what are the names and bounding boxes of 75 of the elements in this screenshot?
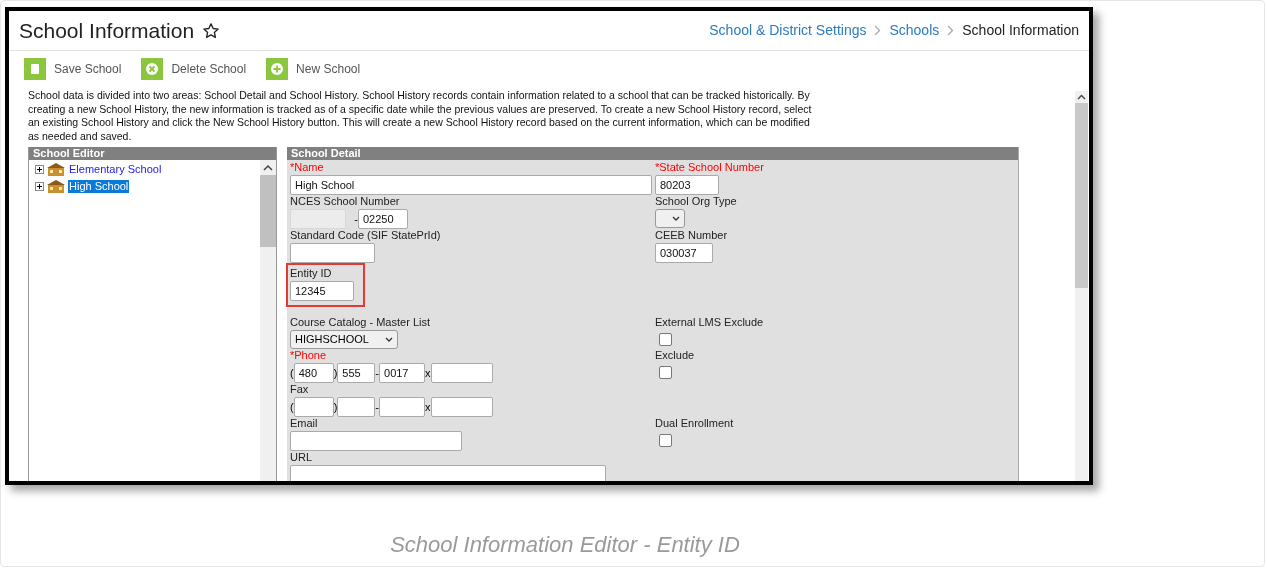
toolbar-button[interactable]: Delete School [141, 58, 247, 80]
phone-field[interactable] [430, 363, 493, 383]
separator: - [353, 211, 358, 227]
field-label: Dual Enrollment [655, 417, 734, 430]
field-label: Exclude [655, 349, 695, 362]
checkbox[interactable] [659, 434, 672, 447]
separator: ) [333, 399, 338, 415]
text-field[interactable]: 030037 [655, 243, 713, 263]
phone-field[interactable]: 480 [293, 363, 334, 383]
panel-header: School Detail [287, 147, 1018, 160]
expand-icon[interactable] [35, 165, 44, 174]
field-label: *Phone [290, 349, 327, 362]
text-field[interactable]: High School [290, 175, 652, 195]
text-field[interactable]: 12345 [290, 281, 354, 301]
field-label: CEEB Number [655, 229, 728, 242]
field-label: Entity ID [290, 267, 332, 280]
phone-field[interactable]: 555 [337, 363, 376, 383]
field-label: Course Catalog - Master List [290, 316, 430, 329]
delete-icon [141, 58, 164, 80]
breadcrumb-current: School Information [962, 21, 1079, 40]
scrollbar[interactable] [260, 160, 276, 481]
field-label: External LMS Exclude [655, 316, 764, 329]
field-label: Standard Code (SIF StatePrId) [290, 229, 441, 242]
separator: x [425, 399, 431, 415]
add-icon [266, 58, 289, 80]
caption: School Information Editor - Entity ID [390, 532, 740, 557]
scrollbar[interactable] [1075, 91, 1088, 481]
text-field[interactable]: 80203 [655, 175, 719, 195]
star-icon[interactable] [202, 21, 221, 40]
separator: ) [333, 365, 338, 381]
separator: - [375, 399, 379, 415]
scroll-up-icon[interactable] [1077, 94, 1086, 100]
phone-field[interactable]: 0017 [379, 363, 425, 383]
breadcrumb-link[interactable]: School & District Settings [709, 20, 867, 41]
field-label: Fax [290, 383, 309, 396]
description-text: School data is divided into two areas: School Detail and School History. School History records contain information related to a school that can be tracked historically. By creating a new School History, the new information is tracked as of a specific date while the previous values are preserved. To create a new School History record, select an existing School History and click the New School History button. This will create a new School History record based on the current information, which can be modified as needed and saved. [28, 89, 813, 143]
breadcrumb-link[interactable]: Schools [889, 20, 940, 41]
phone-field[interactable] [293, 397, 334, 417]
checkbox[interactable] [659, 366, 672, 379]
scroll-up-icon[interactable] [263, 164, 273, 171]
school-building-icon [47, 180, 65, 193]
dropdown[interactable] [655, 209, 685, 228]
separator: x [425, 365, 431, 381]
dropdown[interactable]: HIGHSCHOOL [290, 330, 398, 349]
page-title: School Information [19, 17, 195, 44]
scrollbar-thumb[interactable] [260, 175, 276, 247]
save-icon [24, 58, 46, 80]
checkbox[interactable] [659, 333, 672, 346]
chevron-right-icon [874, 25, 882, 36]
toolbar-button[interactable]: New School [266, 58, 361, 80]
phone-field[interactable] [379, 397, 425, 417]
text-field[interactable]: 02250 [358, 209, 408, 229]
toolbar-button[interactable]: Save School [24, 58, 122, 80]
field-label: *Name [290, 161, 324, 174]
field-label: School Org Type [655, 195, 737, 208]
tree-item[interactable]: Elementary School [68, 163, 163, 176]
phone-field[interactable] [337, 397, 376, 417]
separator: ( [290, 399, 294, 415]
field-label: Email [290, 417, 318, 430]
text-field[interactable] [290, 243, 375, 263]
field-label: URL [290, 451, 312, 464]
field-label: *State School Number [655, 161, 764, 174]
field-label: NCES School Number [290, 195, 400, 208]
chevron-down-icon [672, 216, 680, 221]
chevron-right-icon [947, 25, 955, 36]
scrollbar-thumb[interactable] [1075, 103, 1088, 288]
phone-field[interactable] [430, 397, 493, 417]
school-building-icon [47, 163, 65, 176]
tree-item[interactable]: High School [68, 180, 130, 193]
expand-icon[interactable] [35, 182, 44, 191]
panel-header: School Editor [29, 147, 276, 160]
text-field[interactable] [290, 431, 462, 451]
separator: ( [290, 365, 294, 381]
separator: - [375, 365, 379, 381]
chevron-down-icon [385, 337, 393, 342]
